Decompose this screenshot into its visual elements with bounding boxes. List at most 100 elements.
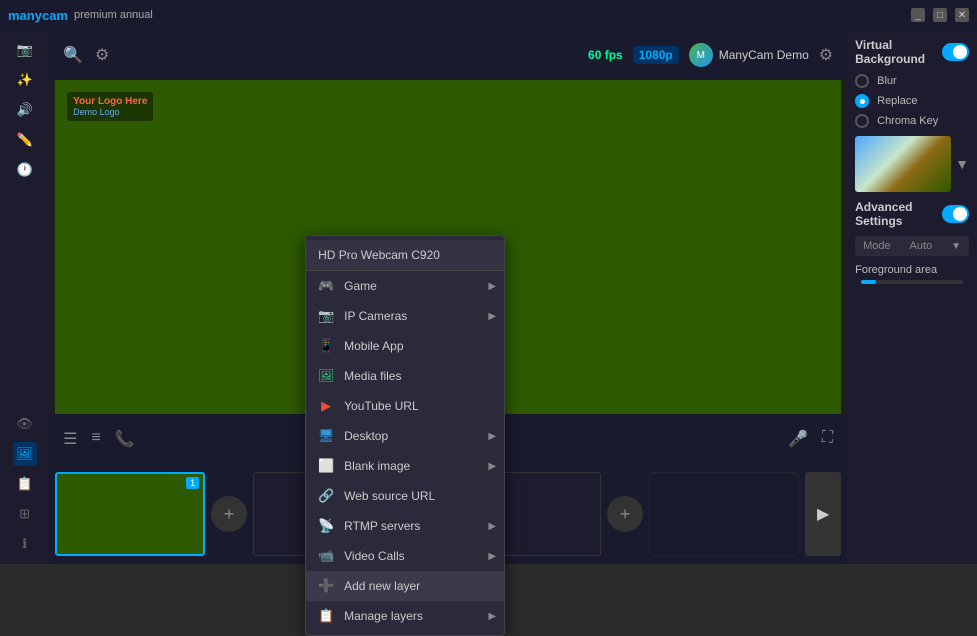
- menu-item-add-new-layer[interactable]: ➕ Add new layer: [306, 571, 504, 601]
- sources-icon[interactable]: 📷: [13, 38, 37, 62]
- chroma-key-radio[interactable]: [855, 114, 869, 128]
- adv-toggle-knob: [953, 207, 967, 221]
- arrow-icon: ▶: [488, 311, 496, 322]
- background-mode-radio-group: Blur Replace Chroma Key: [855, 74, 969, 128]
- virtual-background-toggle[interactable]: [942, 43, 969, 61]
- add-layer-icon: ➕: [318, 578, 334, 594]
- toggle-knob: [953, 45, 967, 59]
- user-name: ManyCam Demo: [719, 48, 809, 62]
- chroma-key-label: Chroma Key: [877, 115, 938, 127]
- mic-icon[interactable]: 🎤: [788, 429, 808, 449]
- arrow-icon: ▶: [488, 461, 496, 472]
- menu-item-video-calls[interactable]: 📹 Video Calls ▶: [306, 541, 504, 571]
- menu-item-youtube-url[interactable]: ▶ YouTube URL: [306, 391, 504, 421]
- audio-icon[interactable]: 🔊: [13, 98, 37, 122]
- menu-header: HD Pro Webcam C920: [306, 240, 504, 271]
- avatar: M: [689, 43, 713, 67]
- plan-label: premium annual: [74, 9, 153, 21]
- menu-item-media-files-label: Media files: [344, 369, 401, 383]
- replace-radio[interactable]: [855, 94, 869, 108]
- top-bar: 🔍 ⚙ 60 fps 1080p M ManyCam Demo ⚙: [49, 30, 847, 80]
- grid-icon[interactable]: ⊞: [13, 502, 37, 526]
- menu-item-media-files[interactable]: 🖼 Media files: [306, 361, 504, 391]
- mode-dropdown-row[interactable]: Mode Auto ▼: [855, 236, 969, 256]
- mobile-app-icon: 📱: [318, 338, 334, 354]
- dropdown-arrow: ▼: [951, 241, 961, 252]
- resolution-display: 1080p: [633, 46, 679, 64]
- demo-logo-bottom-text: Demo Logo: [73, 107, 147, 117]
- top-bar-right: 60 fps 1080p M ManyCam Demo ⚙: [588, 43, 833, 67]
- bottom-bar-icons: ☰ ≡ 📞: [63, 429, 135, 449]
- menu-item-mobile-app[interactable]: 📱 Mobile App: [306, 331, 504, 361]
- advanced-settings-label: Advanced Settings: [855, 200, 942, 228]
- menu-icon[interactable]: ☰: [63, 429, 77, 449]
- menu-item-web-source-url-label: Web source URL: [344, 489, 435, 503]
- foreground-slider-container: [855, 280, 969, 284]
- preview-icon[interactable]: 👁: [13, 412, 37, 436]
- menu-item-blank-image-label: Blank image: [344, 459, 410, 473]
- center-panel: 🔍 ⚙ 60 fps 1080p M ManyCam Demo ⚙ Your L…: [49, 30, 847, 564]
- foreground-slider-fill: [861, 280, 876, 284]
- youtube-icon: ▶: [318, 398, 334, 414]
- menu-item-web-source-url[interactable]: 🔗 Web source URL: [306, 481, 504, 511]
- schedule-icon[interactable]: 🕐: [13, 158, 37, 182]
- title-bar-controls: _ □ ✕: [911, 8, 969, 22]
- effects-icon[interactable]: ✨: [13, 68, 37, 92]
- add-scene-button-3[interactable]: +: [607, 496, 643, 532]
- top-bar-left: 🔍 ⚙: [63, 45, 109, 65]
- menu-item-game[interactable]: 🎮 Game ▶: [306, 271, 504, 301]
- ip-cameras-icon: 📷: [318, 308, 334, 324]
- demo-logo-overlay: Your Logo Here Demo Logo: [67, 92, 153, 121]
- background-icon[interactable]: 🖼: [13, 442, 37, 466]
- main-container: 📷 ✨ 🔊 ✏️ 🕐 👁 🖼 📋 ⊞ ℹ 🔍 ⚙ 60 fps 1080p M …: [0, 30, 977, 564]
- app-logo: manycam: [8, 8, 68, 23]
- menu-item-rtmp-servers-label: RTMP servers: [344, 519, 420, 533]
- menu-item-game-label: Game: [344, 279, 377, 293]
- advanced-settings-toggle[interactable]: [942, 205, 969, 223]
- menu-item-blank-image[interactable]: ⬜ Blank image ▶: [306, 451, 504, 481]
- settings-icon[interactable]: ⚙: [95, 45, 109, 65]
- bottom-bar-right-icons: 🎤 ⛶: [788, 429, 833, 449]
- background-thumbnail[interactable]: [855, 136, 951, 192]
- replace-label: Replace: [877, 95, 917, 107]
- right-panel: Virtual Background Blur Replace Chroma K…: [847, 30, 977, 564]
- scene-thumb-4[interactable]: [649, 472, 799, 556]
- blank-image-icon: ⬜: [318, 458, 334, 474]
- minimize-button[interactable]: _: [911, 8, 925, 22]
- foreground-slider[interactable]: [861, 280, 963, 284]
- phone-icon[interactable]: 📞: [115, 429, 135, 449]
- rtmp-icon: 📡: [318, 518, 334, 534]
- mode-value: Auto: [910, 240, 933, 252]
- layers-icon[interactable]: 📋: [13, 472, 37, 496]
- video-calls-icon: 📹: [318, 548, 334, 564]
- menu-item-rtmp-servers[interactable]: 📡 RTMP servers ▶: [306, 511, 504, 541]
- blur-option[interactable]: Blur: [855, 74, 969, 88]
- gear-icon[interactable]: ⚙: [819, 45, 833, 65]
- scene-number-1: 1: [186, 477, 199, 489]
- draw-icon[interactable]: ✏️: [13, 128, 37, 152]
- background-preview-row: ▼: [855, 136, 969, 192]
- menu-item-manage-layers-label: Manage layers: [344, 609, 423, 623]
- menu-item-manage-layers[interactable]: 📋 Manage layers ▶: [306, 601, 504, 631]
- manage-layers-icon: 📋: [318, 608, 334, 624]
- menu-item-ip-cameras[interactable]: 📷 IP Cameras ▶: [306, 301, 504, 331]
- zoom-icon[interactable]: 🔍: [63, 45, 83, 65]
- left-panel: 📷 ✨ 🔊 ✏️ 🕐 👁 🖼 📋 ⊞ ℹ: [0, 30, 49, 564]
- maximize-button[interactable]: □: [933, 8, 947, 22]
- menu-item-youtube-url-label: YouTube URL: [344, 399, 419, 413]
- close-button[interactable]: ✕: [955, 8, 969, 22]
- list-icon[interactable]: ≡: [91, 429, 100, 449]
- add-scene-button-1[interactable]: +: [211, 496, 247, 532]
- chroma-key-option[interactable]: Chroma Key: [855, 114, 969, 128]
- blur-radio[interactable]: [855, 74, 869, 88]
- replace-option[interactable]: Replace: [855, 94, 969, 108]
- game-icon: 🎮: [318, 278, 334, 294]
- fullscreen-icon[interactable]: ⛶: [822, 429, 833, 449]
- menu-item-desktop[interactable]: 🖥 Desktop ▶: [306, 421, 504, 451]
- scene-thumb-1[interactable]: 1: [55, 472, 205, 556]
- background-expand-arrow[interactable]: ▼: [955, 156, 969, 172]
- media-files-icon: 🖼: [318, 368, 334, 384]
- info-icon[interactable]: ℹ: [13, 532, 37, 556]
- scenes-scroll-arrow[interactable]: ▶: [805, 472, 841, 556]
- video-preview: Your Logo Here Demo Logo HD Pro Webcam C…: [55, 80, 841, 414]
